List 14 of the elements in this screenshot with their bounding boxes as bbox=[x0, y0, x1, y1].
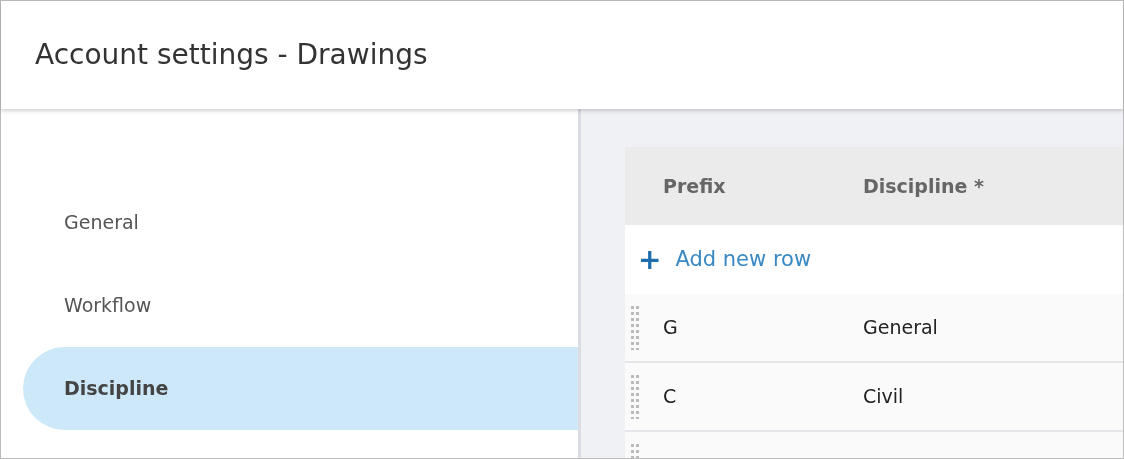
sidebar-item[interactable]: Workflow bbox=[23, 264, 578, 347]
drag-handle-icon[interactable] bbox=[631, 374, 639, 419]
page-title: Account settings - Drawings bbox=[35, 38, 428, 72]
table-cell-text: General bbox=[863, 315, 938, 341]
column-header: Discipline * bbox=[863, 173, 984, 199]
sidebar-item[interactable]: General bbox=[23, 181, 578, 264]
table-cell-text: C bbox=[663, 384, 678, 410]
drag-handle-icon[interactable] bbox=[631, 305, 639, 350]
column-header: Prefix bbox=[662, 173, 727, 199]
add-icon[interactable]: + bbox=[638, 245, 662, 274]
add-row-link[interactable]: Add new row bbox=[675, 243, 812, 276]
table-cell-text: G bbox=[663, 315, 679, 341]
table-cell-text: Civil bbox=[863, 384, 904, 410]
sidebar-item[interactable]: Discipline bbox=[23, 347, 578, 430]
